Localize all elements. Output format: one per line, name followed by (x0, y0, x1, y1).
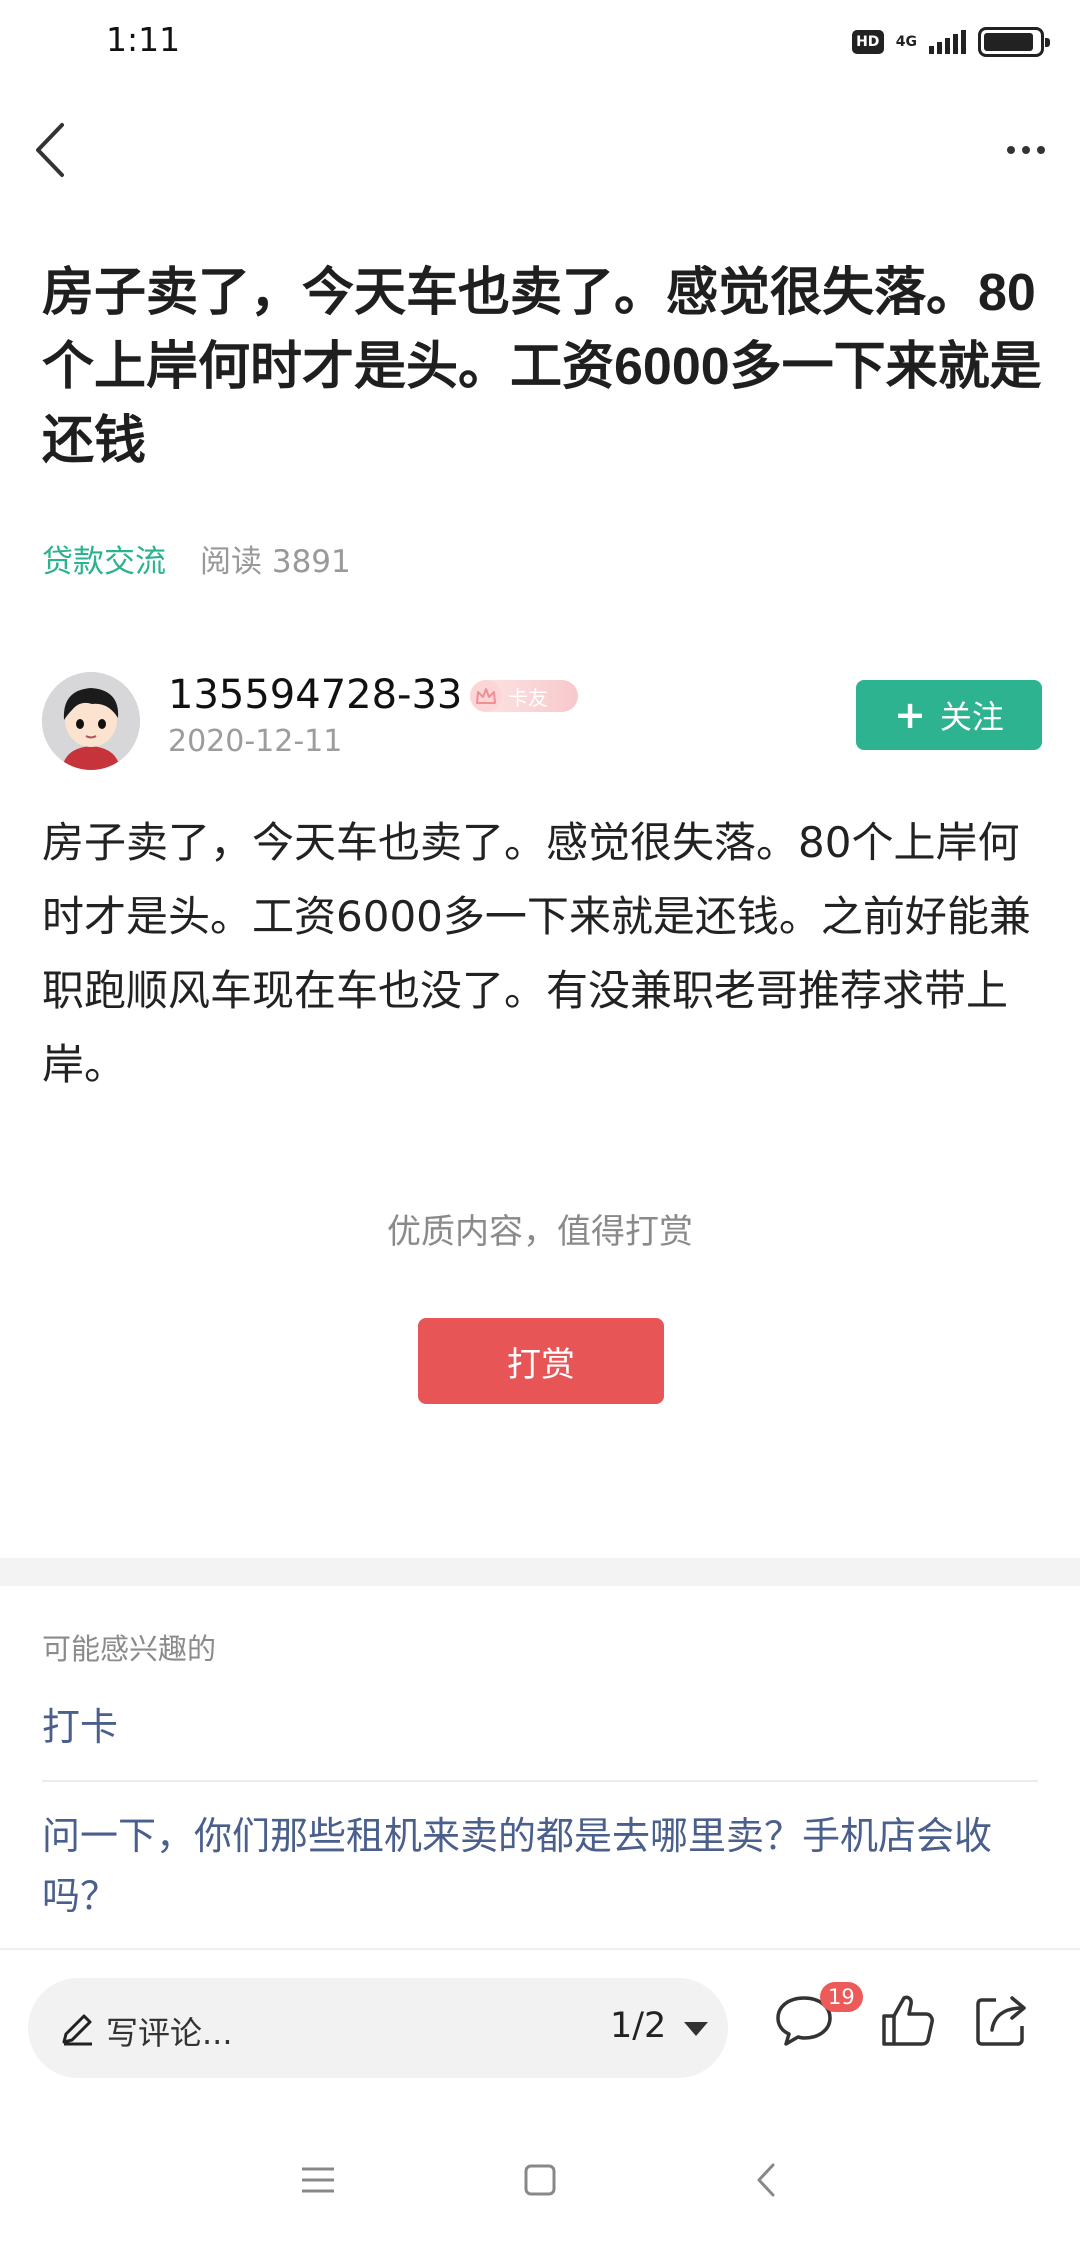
section-divider (0, 1558, 1080, 1586)
pencil-icon (62, 2014, 92, 2046)
read-count: 阅读 3891 (200, 544, 351, 580)
comment-input[interactable]: 写评论... 1/2 (28, 1978, 728, 2078)
post-date: 2020-12-11 (168, 724, 343, 759)
status-time: 1:11 (106, 20, 181, 59)
comment-count-badge: 19 (820, 1982, 863, 2012)
top-nav-bar (0, 100, 1080, 200)
menu-icon (302, 2167, 334, 2193)
category-link[interactable]: 贷款交流 (42, 536, 166, 581)
caret-down-icon[interactable] (684, 2022, 708, 2036)
status-bar: 1:11 HD 4G (0, 0, 1080, 84)
battery-icon (978, 27, 1050, 57)
network-type-label: 4G (895, 34, 917, 50)
more-dots-icon (1007, 146, 1015, 154)
plus-icon: + (894, 693, 926, 737)
crown-icon (470, 680, 502, 712)
menu-button[interactable] (288, 2154, 348, 2206)
home-button[interactable] (510, 2154, 570, 2206)
chevron-left-icon (36, 123, 64, 177)
avatar-cartoon-icon (42, 672, 140, 770)
share-icon[interactable] (970, 1988, 1034, 2052)
reward-prompt: 优质内容，值得打赏 (387, 1212, 693, 1252)
avatar[interactable] (42, 672, 140, 770)
battery-level-fill (984, 33, 1033, 51)
related-heading: 可能感兴趣的 (42, 1632, 217, 1666)
signal-icon (929, 30, 966, 54)
hd-icon: HD (851, 30, 884, 54)
post-body: 房子卖了，今天车也卖了。感觉很失落。80个上岸何时才是头。工资6000多一下来就… (42, 818, 1031, 1089)
author-name[interactable]: 135594728-33 (168, 672, 462, 718)
badge-label: 卡友 (508, 685, 548, 710)
comment-placeholder: 写评论... (106, 2014, 233, 2052)
more-options-button[interactable] (994, 118, 1058, 182)
follow-label: 关注 (939, 698, 1004, 736)
chevron-left-icon (757, 2163, 775, 2197)
divider (42, 1780, 1038, 1782)
page-indicator[interactable]: 1/2 (610, 2006, 666, 2046)
system-back-button[interactable] (736, 2154, 796, 2206)
post-title: 房子卖了，今天车也卖了。感觉很失落。80个上岸何时才是头。工资6000多一下来就… (42, 264, 1042, 470)
post-meta: 贷款交流 阅读 3891 (42, 536, 351, 581)
related-item[interactable]: 打卡 (42, 1696, 118, 1751)
follow-button[interactable]: + 关注 (856, 680, 1042, 750)
back-button[interactable] (18, 118, 82, 182)
bottom-toolbar: 写评论... 1/2 19 (0, 1948, 1080, 2114)
reward-button[interactable]: 打赏 (418, 1318, 664, 1404)
thumbs-up-icon[interactable] (876, 1988, 940, 2052)
system-nav-bar (0, 2114, 1080, 2244)
status-icons: HD 4G (851, 22, 1050, 62)
home-square-icon (524, 2164, 556, 2196)
user-level-badge: 卡友 (470, 680, 578, 712)
author-row: 135594728-33 卡友 2020-12-11 + 关注 (42, 672, 1042, 772)
related-item[interactable]: 问一下，你们那些租机来卖的都是去哪里卖？手机店会收吗？ (42, 1806, 1042, 1926)
